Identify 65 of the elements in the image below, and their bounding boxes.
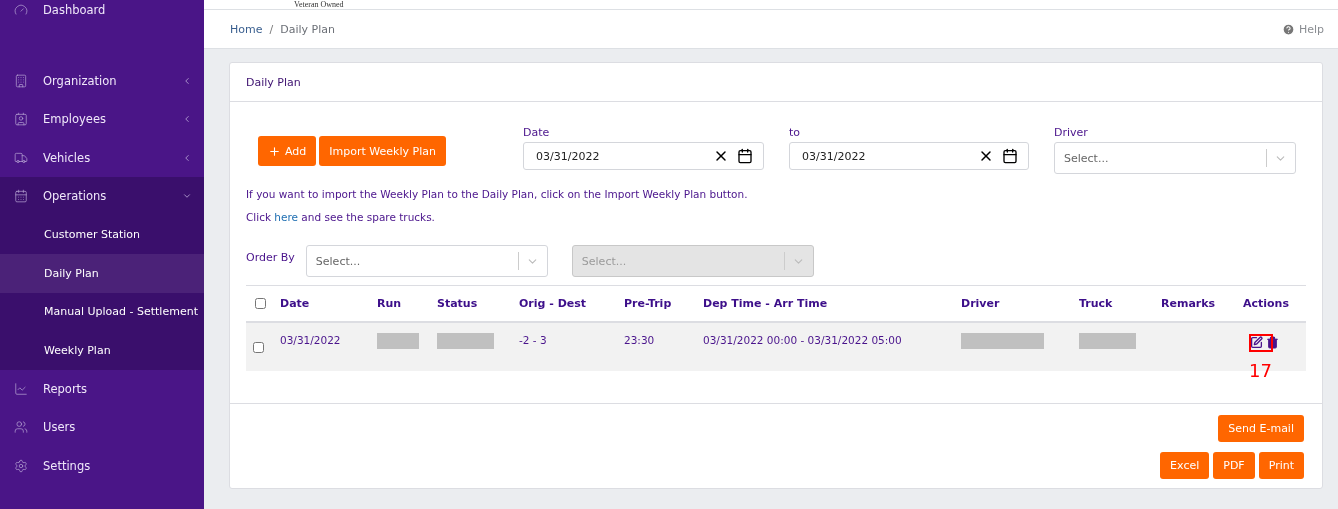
sidebar-item[interactable]: Organization	[0, 61, 204, 100]
here-link[interactable]: here	[274, 211, 299, 223]
sidebar-item[interactable]: Reports	[0, 369, 204, 408]
import-hint: If you want to import the Weekly Plan to the Daily Plan, click on the Import Weekly Plan button.	[246, 188, 749, 200]
sidebar-item[interactable]: Dashboard	[0, 0, 204, 30]
clear-icon[interactable]	[978, 148, 994, 164]
breadcrumb-current: Daily Plan	[280, 22, 335, 36]
users-icon	[14, 420, 28, 435]
column-header: Pre-Trip	[624, 297, 673, 310]
sidebar-item[interactable]: Users	[0, 408, 204, 447]
column-header: Orig - Dest	[519, 297, 588, 310]
truck-icon	[14, 150, 28, 165]
column-header: Actions	[1243, 297, 1290, 310]
annotation-number: 17	[1249, 360, 1272, 381]
chevron-left-icon	[182, 75, 192, 86]
field-label: Date	[523, 126, 551, 139]
table-cell-text: 03/31/2022	[280, 333, 342, 346]
chevron-left-icon	[182, 152, 192, 163]
date-field[interactable]: 03/31/2022	[789, 142, 1029, 170]
contact-card-icon	[14, 112, 28, 127]
spare-trucks-text: Click here and see the spare trucks.	[246, 211, 436, 223]
submenu-item[interactable]: Manual Upload - Settlement	[0, 292, 204, 331]
building-icon	[14, 73, 28, 88]
gauge-icon	[14, 3, 28, 18]
column-header: Date	[280, 297, 311, 310]
field-label: to	[789, 126, 802, 139]
submenu-item[interactable]: Weekly Plan	[0, 331, 204, 370]
table-cell-text: 03/31/2022 00:00 - 03/31/2022 05:00	[703, 333, 903, 346]
sidebar-item[interactable]: Vehicles	[0, 138, 204, 177]
select-all-checkbox[interactable]	[255, 298, 266, 309]
submenu-item[interactable]: Daily Plan	[0, 254, 204, 293]
calendar-icon[interactable]	[1002, 148, 1018, 164]
order-select[interactable]: Select...	[305, 245, 548, 277]
help-icon[interactable]	[1281, 22, 1295, 36]
logo-caption: Veteran Owned	[294, 0, 344, 9]
table-cell-text: -2 - 3	[519, 333, 548, 346]
edit-icon[interactable]	[1250, 336, 1263, 349]
sidebar-item[interactable]: Operations	[0, 177, 204, 216]
calendar-icon	[14, 189, 28, 204]
plus-icon	[268, 144, 281, 158]
card-title: Daily Plan	[230, 63, 1322, 102]
column-header: Dep Time - Arr Time	[703, 297, 829, 310]
sidebar-item[interactable]: Settings	[0, 446, 204, 485]
table-cell-text: 23:30	[624, 333, 656, 346]
breadcrumb-link[interactable]: Home	[230, 22, 263, 36]
date-field[interactable]: 03/31/2022	[523, 142, 764, 170]
order-by-label: Order By	[246, 251, 295, 264]
calendar-icon[interactable]	[737, 148, 753, 164]
breadcrumb-separator: /	[269, 22, 274, 36]
column-header: Driver	[961, 297, 1001, 310]
column-header: Run	[377, 297, 403, 310]
settings-icon	[14, 458, 28, 473]
column-header: Remarks	[1161, 297, 1217, 310]
row-checkbox[interactable]	[253, 342, 264, 353]
chevron-left-icon	[182, 114, 192, 125]
annotation-box	[1249, 334, 1273, 352]
chart-icon	[14, 381, 28, 396]
clear-icon[interactable]	[713, 148, 729, 164]
submenu-item[interactable]: Customer Station	[0, 215, 204, 254]
trash-icon[interactable]	[1266, 336, 1279, 349]
driver-select[interactable]: Select...	[1054, 142, 1296, 174]
column-header: Status	[437, 297, 479, 310]
field-label: Driver	[1054, 126, 1089, 139]
column-header: Truck	[1079, 297, 1114, 310]
sidebar-item[interactable]: Employees	[0, 100, 204, 139]
